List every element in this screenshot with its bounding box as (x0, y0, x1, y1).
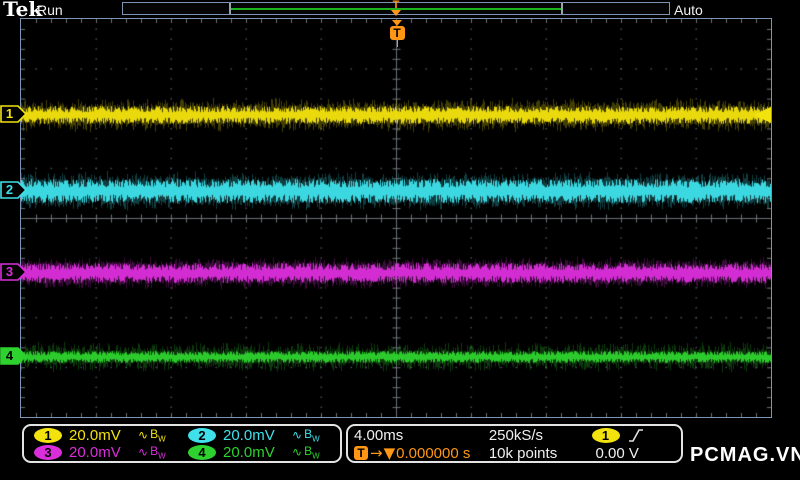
trigger-level-value: 0.00 V (595, 444, 639, 462)
trigger-position-flag[interactable]: T (388, 20, 406, 47)
sample-rate: 250kS/s (488, 427, 544, 444)
channel-1-marker[interactable]: 1 (0, 105, 28, 123)
rising-edge-icon (628, 429, 643, 442)
trigger-t-icon: T (389, 26, 405, 40)
down-triangle-icon: ▼ (383, 444, 396, 462)
channel-readouts-box[interactable]: 1 20.0mV ∿ BW 2 20.0mV ∿ BW 3 20.0mV ∿ BW 4… (22, 424, 342, 463)
trigger-source[interactable]: 1 (591, 428, 675, 443)
bandwidth-limit-icon: BW (150, 427, 166, 444)
channel-4-badge[interactable]: 4 (188, 445, 216, 460)
watermark: PCMAG.VN (690, 444, 800, 466)
horizontal-scale[interactable]: 4.00ms (354, 427, 489, 444)
record-trigger-marker[interactable]: T (388, 0, 404, 18)
horizontal-trigger-readouts-box[interactable]: 4.00ms 250kS/s 1 T → ▼ 0.000000 s 10k po… (346, 424, 683, 463)
channel-1-badge[interactable]: 1 (34, 428, 62, 443)
channel-1-scale: 20.0mV (69, 427, 121, 444)
trigger-source-badge[interactable]: 1 (591, 428, 620, 443)
ac-coupling-icon: ∿ (138, 428, 149, 443)
record-length: 10k points (488, 444, 558, 462)
right-arrow-icon: → (370, 444, 383, 462)
ac-coupling-icon: ∿ (138, 445, 149, 460)
oscilloscope-screen: Tek Run T Auto T 1 2 3 4 1 20.0mV ∿ BW 2… (0, 0, 800, 480)
channel-4-readout[interactable]: 4 20.0mV ∿ BW (182, 444, 336, 461)
trigger-t-icon: T (392, 0, 400, 11)
trigger-t-icon: T (354, 446, 368, 460)
bandwidth-limit-icon: BW (150, 444, 166, 461)
channel-4-marker[interactable]: 4 (0, 347, 28, 365)
bandwidth-limit-icon: BW (304, 427, 320, 444)
ac-coupling-icon: ∿ (292, 428, 303, 443)
record-view-bracket-left (229, 3, 231, 14)
channel-3-marker[interactable]: 3 (0, 263, 28, 281)
ac-coupling-icon: ∿ (292, 445, 303, 460)
channel-3-badge[interactable]: 3 (34, 445, 62, 460)
channel-2-badge[interactable]: 2 (188, 428, 216, 443)
channel-1-readout[interactable]: 1 20.0mV ∿ BW (28, 427, 182, 444)
trigger-level-arrow[interactable] (752, 106, 772, 124)
trigger-mode-label[interactable]: Auto (674, 2, 703, 18)
channel-2-marker[interactable]: 2 (0, 181, 28, 199)
trigger-position-value: 0.000000 s (396, 444, 471, 462)
channel-3-readout[interactable]: 3 20.0mV ∿ BW (28, 444, 182, 461)
channel-3-scale: 20.0mV (69, 444, 121, 461)
channel-2-scale: 20.0mV (223, 427, 275, 444)
channel-4-scale: 20.0mV (223, 444, 275, 461)
trigger-line (396, 40, 398, 47)
bandwidth-limit-icon: BW (304, 444, 320, 461)
trigger-position-readout[interactable]: T → ▼ 0.000000 s (354, 444, 489, 462)
channel-2-readout[interactable]: 2 20.0mV ∿ BW (182, 427, 336, 444)
waveform-canvas (21, 19, 771, 417)
record-view-bracket-right (561, 3, 563, 14)
graticule: T (20, 18, 772, 418)
acquisition-status: Run (37, 2, 63, 18)
